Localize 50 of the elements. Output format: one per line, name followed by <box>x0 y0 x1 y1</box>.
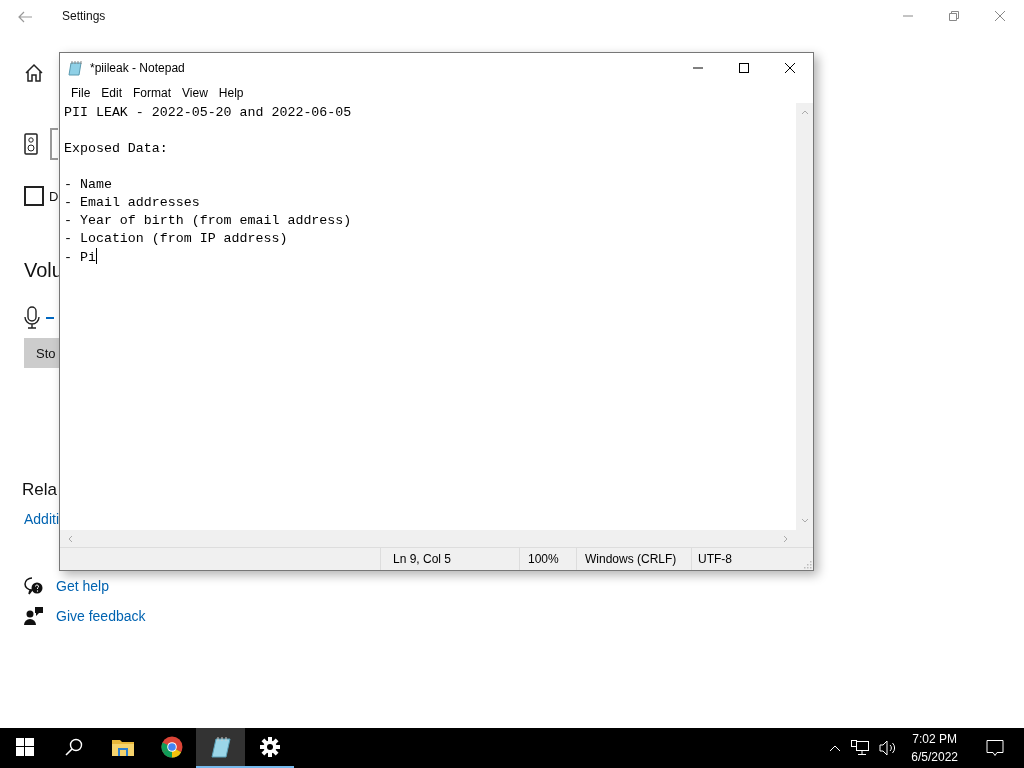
search-icon <box>64 738 83 756</box>
feedback-icon <box>24 606 44 626</box>
notepad-icon <box>68 60 84 76</box>
help-link[interactable]: Get help <box>56 578 109 594</box>
network-icon[interactable] <box>851 740 870 756</box>
menu-item[interactable]: View <box>177 86 213 100</box>
scroll-down-icon[interactable] <box>800 518 809 524</box>
menu-item[interactable]: Edit <box>96 86 128 100</box>
notification-icon[interactable] <box>986 739 1004 757</box>
settings-link[interactable]: Additi <box>24 511 60 527</box>
windows-logo-icon <box>15 738 34 756</box>
browser-logo-icon <box>160 736 183 758</box>
status-text: UTF-8 <box>697 551 733 568</box>
horizontal-scrollbar[interactable] <box>60 530 796 547</box>
help-icon <box>24 577 44 595</box>
status-text: 100% <box>520 548 577 570</box>
vertical-scrollbar[interactable] <box>796 103 813 530</box>
maximize-icon <box>738 62 750 74</box>
gear-icon <box>259 737 280 757</box>
checkbox[interactable] <box>24 186 44 206</box>
help-link[interactable]: Give feedback <box>56 608 146 624</box>
folder-icon <box>111 738 134 756</box>
scroll-right-icon[interactable] <box>783 534 789 543</box>
clock-time[interactable]: 7:02 PM <box>912 730 957 748</box>
chevron-up-icon[interactable] <box>829 744 842 752</box>
notepad-app-button[interactable] <box>196 728 245 768</box>
section-heading: Rela <box>22 480 57 500</box>
scroll-up-icon[interactable] <box>800 109 809 115</box>
window-title: *piileak - Notepad <box>90 61 185 75</box>
home-icon[interactable] <box>24 63 44 83</box>
status-text: Windows (CRLF) <box>577 548 692 570</box>
scroll-left-icon[interactable] <box>67 534 73 543</box>
speaker-icon <box>24 133 38 155</box>
menu-item[interactable]: Help <box>213 86 249 100</box>
speaker-volume-icon[interactable] <box>879 740 898 756</box>
checkbox-label: D <box>49 188 59 204</box>
notepad-icon <box>210 736 231 758</box>
back-arrow-icon[interactable] <box>18 11 32 23</box>
menu-item[interactable]: File <box>66 86 96 100</box>
close-icon <box>784 62 796 74</box>
status-text: Ln 9, Col 5 <box>381 548 520 570</box>
stop-button[interactable]: Sto <box>24 338 59 368</box>
restore-icon[interactable] <box>948 10 960 22</box>
window-title: Settings <box>62 9 106 23</box>
clock-date[interactable]: 6/5/2022 <box>911 748 958 766</box>
microphone-icon <box>24 306 40 330</box>
menu-item[interactable]: Format <box>128 86 177 100</box>
close-icon[interactable] <box>994 10 1006 22</box>
text-editor[interactable]: PII LEAK - 2022-05-20 and 2022-06-05 Exposed Data: - Name - Email addresses - Year of birth (from email address) - Location (from IP address) - Pi <box>60 103 796 530</box>
resize-grip-icon[interactable] <box>802 559 812 569</box>
